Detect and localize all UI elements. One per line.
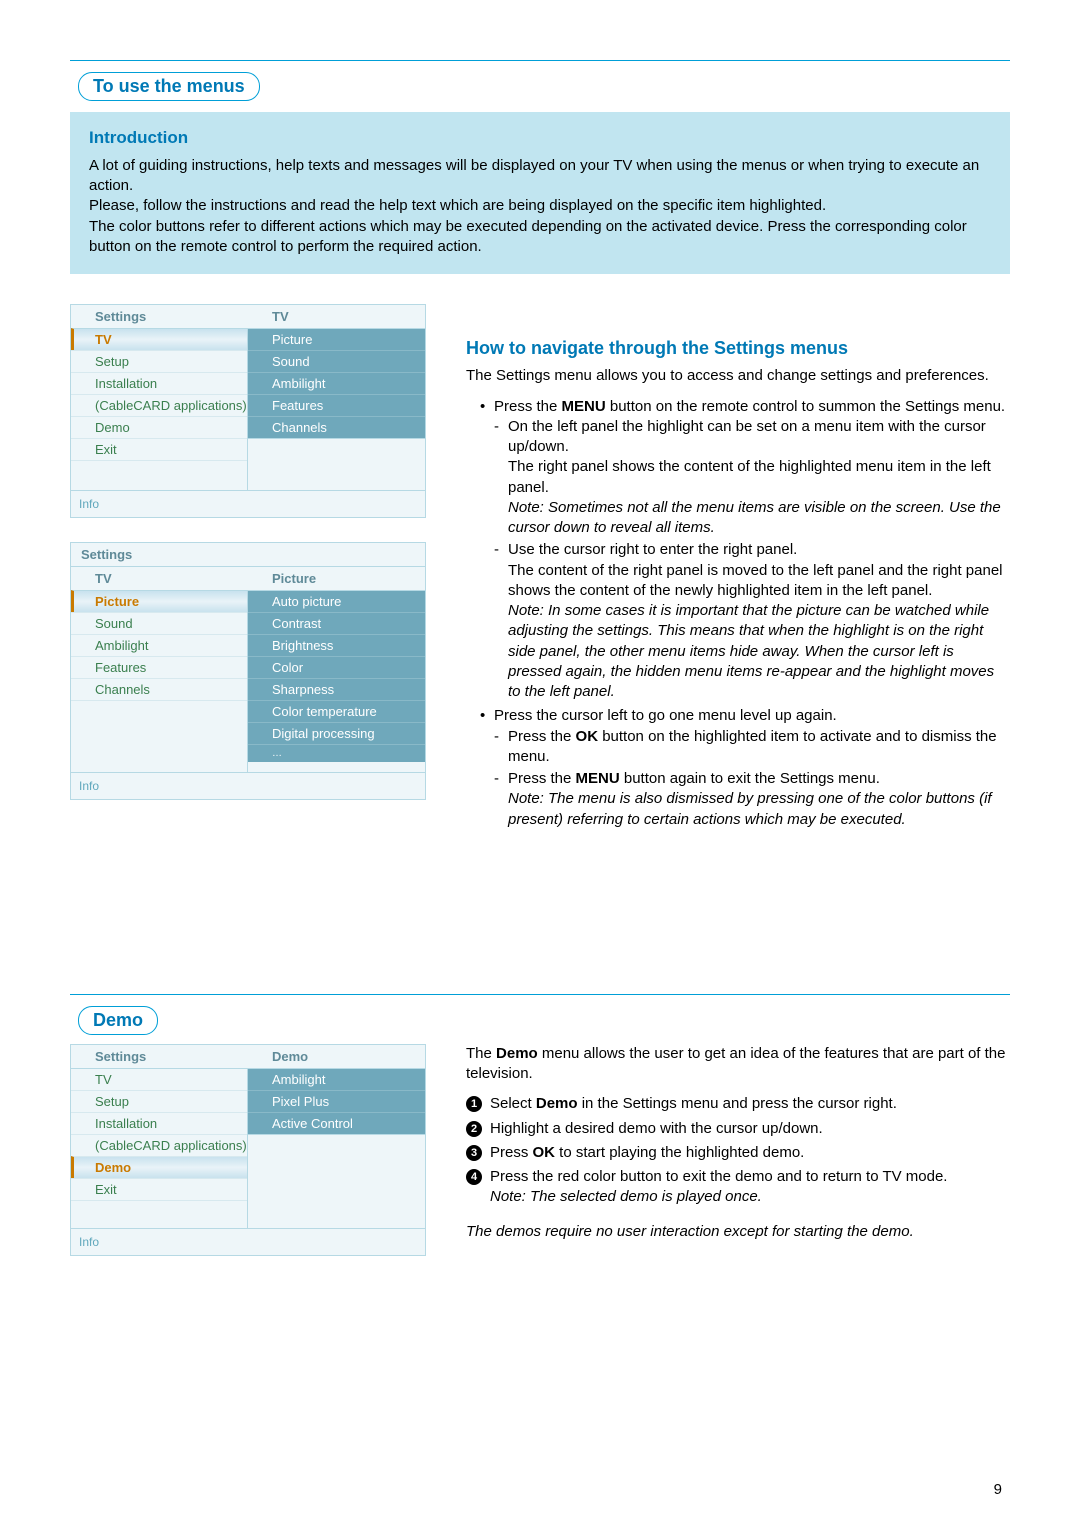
menu-b-title: Settings [71, 543, 425, 566]
menu-b-right-2: Brightness [248, 634, 425, 656]
introduction-heading: Introduction [89, 127, 991, 150]
section-title: To use the menus [78, 72, 260, 101]
demo-right-0: Ambilight [248, 1068, 425, 1090]
demo-step-1: 1 Select Demo in the Settings menu and p… [466, 1094, 1010, 1114]
section-heading: To use the menus [70, 60, 1010, 90]
howto-intro: The Settings menu allows you to access a… [466, 366, 1010, 386]
menu-a-left-4: Demo [71, 416, 247, 438]
menu-a-left-3: (CableCARD applications) [71, 394, 247, 416]
demo-left-1: Setup [71, 1090, 247, 1112]
menu-a-left-0: TV [71, 328, 247, 350]
step-bullet-2-icon: 2 [466, 1121, 482, 1137]
demo-menu-title-left: Settings [71, 1045, 248, 1068]
menu-b-right-4: Sharpness [248, 678, 425, 700]
menu-a-right-3: Features [248, 394, 425, 416]
demo-step-4: 4 Press the red color button to exit the… [466, 1167, 1010, 1208]
demo-left-5: Exit [71, 1178, 247, 1200]
menu-b-header-left: TV [71, 567, 248, 590]
menu-a-left-2: Installation [71, 372, 247, 394]
step-bullet-3-icon: 3 [466, 1145, 482, 1161]
intro-p3: The color buttons refer to different act… [89, 217, 991, 258]
demo-menu-screenshot: Settings Demo TV Setup Installation (Cab… [70, 1044, 426, 1256]
page-number: 9 [994, 1481, 1002, 1498]
step-bullet-4-icon: 4 [466, 1169, 482, 1185]
settings-menu-screenshot-b: Settings TV Picture Picture Sound Ambili… [70, 542, 426, 800]
howto-bullet-2: Press the cursor left to go one menu lev… [480, 706, 1010, 830]
settings-menu-screenshot-a: Settings TV TV Setup Installation (Cable… [70, 304, 426, 518]
demo-body: The Demo menu allows the user to get an … [466, 1044, 1010, 1256]
intro-p1: A lot of guiding instructions, help text… [89, 156, 991, 197]
demo-section-title: Demo [78, 1006, 158, 1035]
menu-a-right-2: Ambilight [248, 372, 425, 394]
menu-b-left-3: Features [71, 656, 247, 678]
demo-step-2: 2 Highlight a desired demo with the curs… [466, 1119, 1010, 1139]
demo-right-1: Pixel Plus [248, 1090, 425, 1112]
howto-heading: How to navigate through the Settings men… [466, 336, 1010, 360]
howto-dash-1b: Use the cursor right to enter the right … [494, 540, 1010, 702]
menu-b-right-0: Auto picture [248, 590, 425, 612]
demo-menu-title-right: Demo [248, 1045, 425, 1068]
menu-b-right-6: Digital processing [248, 722, 425, 744]
howto-dash-2b: Press the MENU button again to exit the … [494, 769, 1010, 830]
menu-a-left-1: Setup [71, 350, 247, 372]
menu-b-right-1: Contrast [248, 612, 425, 634]
demo-menu-info: Info [71, 1228, 425, 1255]
demo-step-3: 3 Press OK to start playing the highligh… [466, 1143, 1010, 1163]
menu-b-right-3: Color [248, 656, 425, 678]
demo-left-0: TV [71, 1068, 247, 1090]
demo-section-heading: Demo [70, 994, 1010, 1024]
menu-a-right-4: Channels [248, 416, 425, 438]
demo-left-3: (CableCARD applications) [71, 1134, 247, 1156]
demo-intro: The Demo menu allows the user to get an … [466, 1044, 1010, 1085]
menu-b-left-2: Ambilight [71, 634, 247, 656]
menu-b-left-1: Sound [71, 612, 247, 634]
howto-dash-2a: Press the OK button on the highlighted i… [494, 727, 1010, 768]
introduction-box: Introduction A lot of guiding instructio… [70, 112, 1010, 274]
menu-a-left-5: Exit [71, 438, 247, 460]
menu-a-right-1: Sound [248, 350, 425, 372]
menu-b-info: Info [71, 772, 425, 799]
howto-navigate: How to navigate through the Settings men… [466, 304, 1010, 834]
demo-left-4: Demo [71, 1156, 247, 1178]
howto-dash-1a: On the left panel the highlight can be s… [494, 417, 1010, 539]
menu-b-right-7: … [248, 744, 425, 762]
demo-left-2: Installation [71, 1112, 247, 1134]
menu-a-info: Info [71, 490, 425, 517]
demo-right-2: Active Control [248, 1112, 425, 1134]
menu-b-header-right: Picture [248, 567, 425, 590]
menu-b-left-4: Channels [71, 678, 247, 700]
menu-a-title-right: TV [248, 305, 425, 328]
menu-a-right-0: Picture [248, 328, 425, 350]
demo-closing: The demos require no user interaction ex… [466, 1222, 1010, 1242]
menu-a-title-left: Settings [71, 305, 248, 328]
menu-b-right-5: Color temperature [248, 700, 425, 722]
howto-bullet-1: Press the MENU button on the remote cont… [480, 397, 1010, 703]
step-bullet-1-icon: 1 [466, 1096, 482, 1112]
menu-b-left-0: Picture [71, 590, 247, 612]
intro-p2: Please, follow the instructions and read… [89, 196, 991, 216]
